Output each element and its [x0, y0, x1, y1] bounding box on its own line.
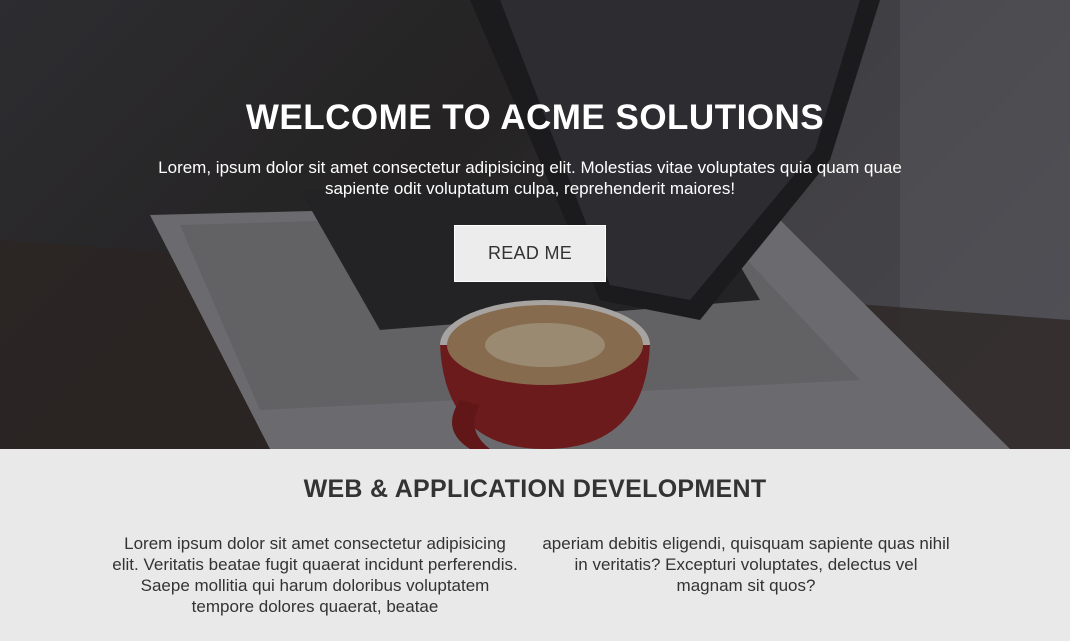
hero-section: WELCOME TO ACME SOLUTIONS Lorem, ipsum d… [0, 0, 1070, 449]
read-me-button[interactable]: READ ME [454, 225, 606, 282]
development-section: WEB & APPLICATION DEVELOPMENT Lorem ipsu… [0, 449, 1070, 641]
hero-text: Lorem, ipsum dolor sit amet consectetur … [158, 158, 902, 198]
section-text-left-column: Lorem ipsum dolor sit amet consectetur a… [112, 534, 518, 616]
hero-title: WELCOME TO ACME SOLUTIONS [245, 98, 825, 137]
section-text-right-column: aperiam debitis eligendi, quisquam sapie… [542, 534, 950, 595]
section-title: WEB & APPLICATION DEVELOPMENT [303, 475, 767, 503]
